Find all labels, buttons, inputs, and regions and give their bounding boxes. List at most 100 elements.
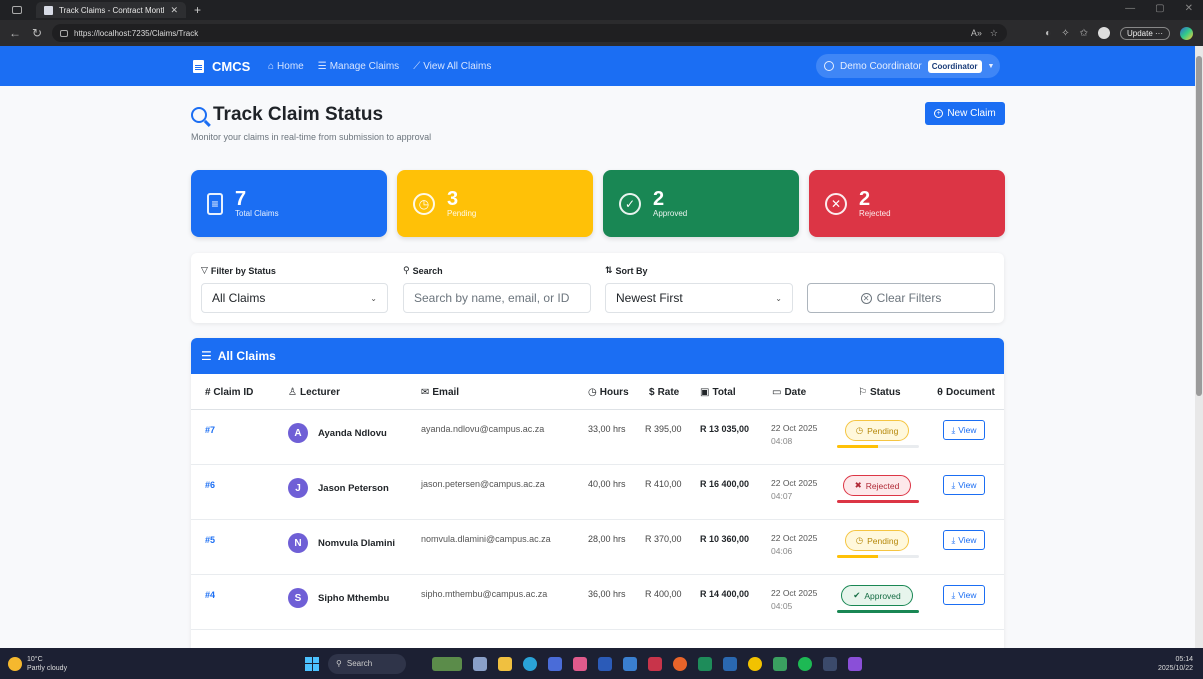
col-total[interactable]: ▣ Total [700, 387, 736, 398]
top-navbar: CMCS ⌂ Home ☰ Manage Claims ⟋ View All Clai… [0, 46, 1195, 86]
app-icon[interactable] [748, 656, 762, 671]
search-input[interactable]: Search by name, email, or ID [403, 283, 591, 313]
refresh-icon[interactable]: ↻ [30, 26, 44, 40]
claim-id-link[interactable]: #7 [205, 425, 215, 435]
status-filter-select[interactable]: All Claims ⌄ [201, 283, 388, 313]
close-window-icon[interactable]: ✕ [1185, 3, 1193, 14]
window-controls: — ▢ ✕ [1125, 3, 1193, 14]
terminal-icon[interactable] [823, 656, 837, 671]
excel-icon[interactable] [698, 656, 712, 671]
lecturer-name: Jason Peterson [318, 483, 389, 494]
weather-widget[interactable]: 10°C Partly cloudy [8, 655, 67, 673]
widgets-icon[interactable] [432, 656, 462, 671]
date-text: 22 Oct 2025 [771, 588, 818, 598]
app-icon[interactable] [573, 656, 587, 671]
nav-link-manage-claims[interactable]: ☰ Manage Claims [318, 61, 399, 72]
search-icon [191, 107, 207, 123]
task-view-icon[interactable] [473, 656, 487, 671]
app-icon[interactable] [648, 656, 662, 671]
app-icon[interactable] [773, 656, 787, 671]
col-label: Status [869, 387, 901, 398]
calendar-app-icon[interactable] [623, 656, 637, 671]
clock-icon: ◷ [588, 387, 597, 398]
tab-title: Track Claims - Contract Monthly C [59, 5, 164, 15]
claim-id-link[interactable]: #5 [205, 535, 215, 545]
tab-actions-icon[interactable] [12, 6, 22, 14]
restore-icon[interactable]: ▢ [1155, 3, 1164, 14]
file-explorer-icon[interactable] [498, 656, 512, 671]
col-hours[interactable]: ◷ Hours [588, 387, 629, 398]
view-document-button[interactable]: ⤓ View [943, 585, 985, 605]
visual-studio-icon[interactable] [848, 656, 862, 671]
progress-fill [837, 445, 878, 448]
claim-rate: R 410,00 [645, 479, 682, 489]
favorite-star-icon[interactable]: ☆ [990, 28, 998, 39]
app-icon[interactable] [673, 656, 687, 671]
page-scrollbar[interactable] [1195, 46, 1203, 648]
user-circle-icon [824, 61, 834, 71]
clock-icon: ◷ [855, 425, 864, 435]
system-clock[interactable]: 05:14 2025/10/22 [1158, 655, 1193, 673]
edge-logo-icon[interactable] [1180, 26, 1193, 40]
read-aloud-icon[interactable]: A» [971, 28, 982, 39]
view-label: View [958, 480, 977, 490]
tab-close-icon[interactable]: ✕ [170, 5, 178, 16]
scrollbar-thumb[interactable] [1196, 56, 1202, 396]
col-lecturer[interactable]: ♙ Lecturer [288, 387, 340, 398]
col-date[interactable]: ▭ Date [772, 387, 806, 398]
flag-icon: ⚐ [858, 387, 867, 398]
start-windows-icon[interactable] [305, 656, 319, 671]
new-claim-button[interactable]: + New Claim [925, 102, 1005, 125]
col-rate[interactable]: $ Rate [649, 387, 679, 398]
favorites-icon[interactable]: ✩ [1080, 28, 1088, 39]
nav-link-home[interactable]: ⌂ Home [268, 61, 304, 72]
user-menu-button[interactable]: Demo Coordinator Coordinator ▼ [816, 54, 1000, 78]
claim-id-link[interactable]: #6 [205, 480, 215, 490]
teams-icon[interactable] [548, 656, 562, 671]
claim-id-link[interactable]: #4 [205, 590, 215, 600]
browser-tab[interactable]: Track Claims - Contract Monthly C ✕ [36, 2, 186, 18]
view-document-button[interactable]: ⤓ View [943, 420, 985, 440]
url-field[interactable]: https://localhost:7235/Claims/Track [52, 24, 1007, 42]
spotify-icon[interactable] [798, 656, 812, 671]
view-label: View [958, 535, 977, 545]
update-button[interactable]: Update ··· [1119, 26, 1170, 40]
claim-status: ✔ Approved [837, 585, 919, 613]
new-tab-icon[interactable]: + [194, 3, 201, 17]
col-document[interactable]: ⍬ Document [937, 387, 995, 398]
lecturer-name: Nomvula Dlamini [318, 538, 396, 549]
col-label: Email [432, 387, 460, 398]
status-badge: ✔ Approved [841, 585, 913, 606]
chevron-down-icon: ▼ [987, 62, 995, 70]
col-status[interactable]: ⚐ Status [858, 387, 901, 398]
copilot-icon[interactable]: ◐ [1045, 28, 1051, 39]
x-circle-icon: ✕ [825, 192, 847, 215]
back-icon[interactable]: ← [8, 26, 22, 40]
edge-icon[interactable] [523, 656, 537, 671]
minimize-icon[interactable]: — [1125, 3, 1135, 14]
dollar-icon: $ [649, 387, 655, 398]
sort-select[interactable]: Newest First ⌄ [605, 283, 793, 313]
clear-filters-button[interactable]: ✕ Clear Filters [807, 283, 995, 313]
taskbar-search[interactable]: ⚲ Search [328, 653, 406, 674]
brand[interactable]: CMCS [193, 59, 250, 74]
user-name: Demo Coordinator [840, 60, 922, 72]
col-claim-id[interactable]: # Claim ID [205, 387, 253, 398]
word-icon[interactable] [598, 656, 612, 671]
col-email[interactable]: ✉ Email [421, 387, 459, 398]
view-document-button[interactable]: ⤓ View [943, 475, 985, 495]
page-title: Track Claim Status [191, 104, 383, 126]
search-icon: ⚲ [403, 265, 410, 275]
claim-hours: 28,00 hrs [588, 534, 626, 544]
claim-hours: 36,00 hrs [588, 589, 626, 599]
extensions-icon[interactable]: ✧ [1061, 28, 1069, 39]
label-text: Sort By [615, 265, 648, 276]
profile-avatar[interactable] [1097, 27, 1110, 39]
table-row: #6 J Jason Peterson jason.petersen@campus.a… [191, 465, 1004, 520]
app-icon[interactable] [723, 656, 737, 671]
claim-total: R 14 400,00 [700, 589, 750, 599]
funnel-icon: ▽ [201, 265, 208, 275]
view-document-button[interactable]: ⤓ View [943, 530, 985, 550]
plus-circle-icon: + [934, 109, 944, 118]
nav-link-view-all-claims[interactable]: ⟋ View All Claims [413, 61, 491, 72]
